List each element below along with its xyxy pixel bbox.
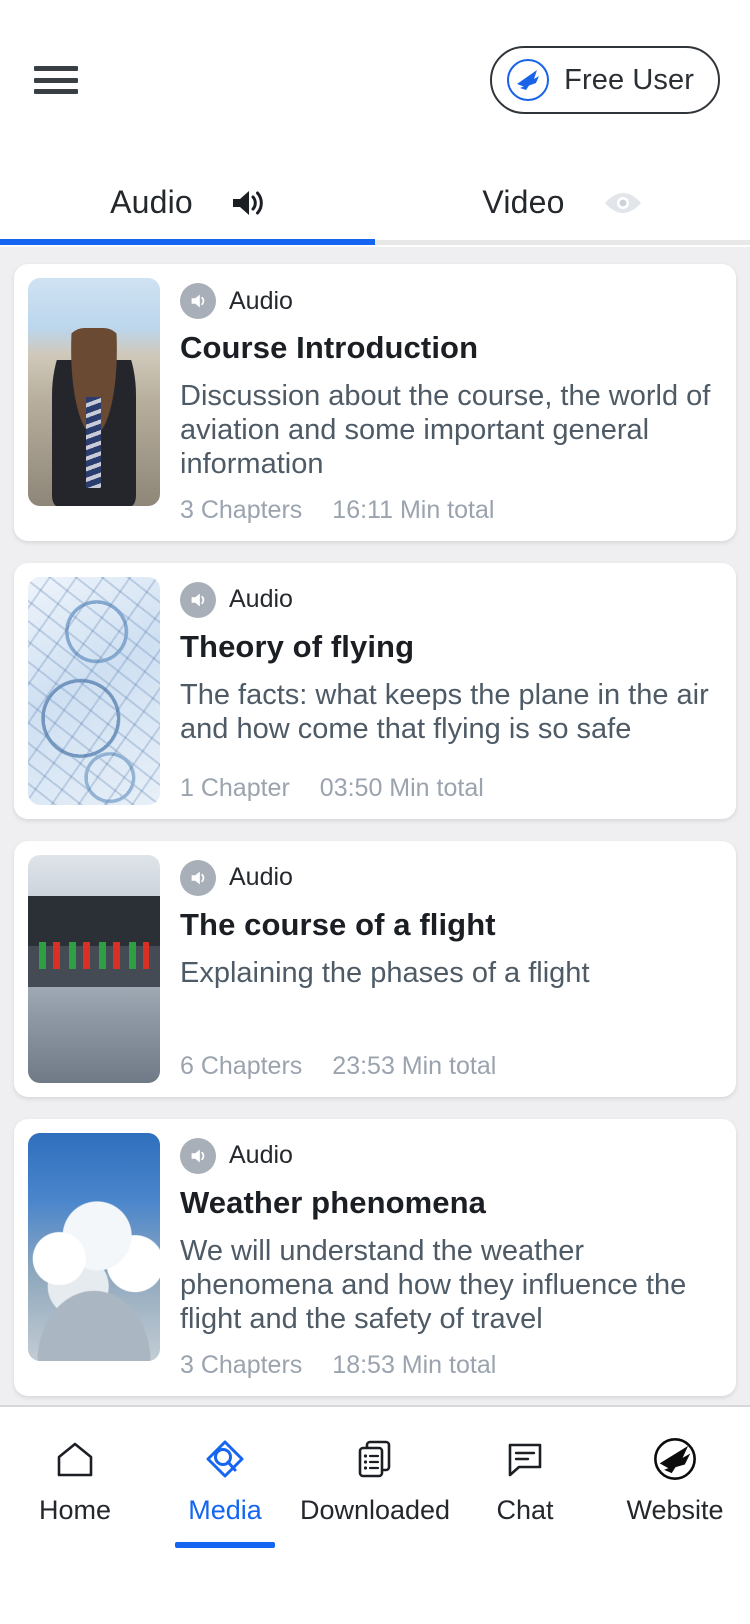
tab-audio[interactable]: Audio [0,160,375,245]
list-item[interactable]: Audio Course Introduction Discussion abo… [14,264,736,541]
hamburger-bar [34,77,78,83]
speaker-circle-icon [180,1137,216,1174]
media-type-tabs: Audio Video [0,160,750,245]
card-chapters: 3 Chapters [180,1350,303,1379]
app-header: Free User [0,0,750,160]
speaker-volume-icon [231,188,265,218]
card-body: Audio Weather phenomena We will understa… [160,1133,722,1382]
nav-item-downloaded-label: Downloaded [299,1495,451,1525]
card-description: Explaining the phases of a flight [180,957,590,990]
nav-item-downloaded[interactable]: Downloaded [300,1433,450,1526]
nav-item-chat[interactable]: Chat [450,1433,600,1526]
tab-audio-label: Audio [110,184,193,220]
list-item[interactable]: Audio The course of a flight Explaining … [14,840,736,1097]
list-item[interactable]: Audio Theory of flying The facts: what k… [14,562,736,819]
nav-item-home-label: Home [38,1495,112,1525]
bottom-navigation-bar: Home Media Downloaded Chat Website [0,1405,750,1624]
card-media-type: Audio [180,283,722,319]
hamburger-bar [34,66,78,71]
card-meta: 1 Chapter 03:50 Min total [180,774,722,805]
aviation-jet-logo-icon [506,58,550,102]
card-title: The course of a flight [180,906,496,942]
card-media-type: Audio [180,1137,722,1174]
card-body: Audio The course of a flight Explaining … [160,855,722,1083]
card-duration: 03:50 Min total [319,773,484,802]
card-media-type-label: Audio [229,286,293,315]
documents-icon [353,1433,397,1485]
free-user-badge[interactable]: Free User [490,46,720,114]
card-meta: 3 Chapters 16:11 Min total [180,496,722,527]
free-user-badge-label: Free User [564,63,694,96]
speaker-circle-icon [180,283,216,319]
home-icon [53,1433,97,1485]
nav-item-website[interactable]: Website [600,1433,750,1526]
card-thumbnail [28,1132,160,1361]
tabs-active-underline [0,239,375,245]
card-media-type-label: Audio [229,863,293,892]
card-title: Course Introduction [180,330,479,365]
card-thumbnail [28,278,160,506]
card-description: The facts: what keeps the plane in the a… [180,679,709,746]
media-diamond-icon [203,1433,247,1485]
hamburger-menu-icon[interactable] [34,62,78,98]
nav-item-media[interactable]: Media [150,1433,300,1548]
chat-bubble-icon [503,1433,547,1485]
card-title: Weather phenomena [180,1184,487,1220]
nav-item-home[interactable]: Home [0,1433,150,1526]
list-item[interactable]: Audio Weather phenomena We will understa… [14,1118,736,1396]
card-thumbnail [28,854,160,1083]
card-chapters: 1 Chapter [180,773,290,802]
card-chapters: 3 Chapters [180,495,303,524]
card-meta: 3 Chapters 18:53 Min total [180,1351,722,1382]
tab-video[interactable]: Video [375,160,750,245]
card-body: Audio Course Introduction Discussion abo… [160,278,722,527]
nav-item-chat-label: Chat [496,1495,554,1525]
card-duration: 23:53 Min total [332,1051,497,1080]
card-thumbnail [28,576,160,805]
card-title: Theory of flying [180,628,415,664]
nav-active-underline [175,1542,275,1548]
nav-item-website-label: Website [626,1495,724,1525]
card-media-type: Audio [180,581,722,618]
aviation-jet-logo-icon [651,1433,699,1485]
app-screen: Free User Audio Video Audio Course Intro… [0,0,750,1624]
nav-item-media-label: Media [188,1495,262,1525]
card-body: Audio Theory of flying The facts: what k… [160,577,722,805]
tab-video-label: Video [482,184,565,220]
card-media-type-label: Audio [229,1141,293,1170]
card-meta: 6 Chapters 23:53 Min total [180,1052,722,1083]
card-description: Discussion about the course, the world o… [180,380,711,481]
hamburger-bar [34,89,78,94]
card-media-type: Audio [180,859,722,896]
card-duration: 18:53 Min total [332,1350,497,1379]
card-chapters: 6 Chapters [180,1051,303,1080]
card-description: We will understand the weather phenomena… [180,1235,687,1335]
speaker-circle-icon [180,859,216,896]
card-media-type-label: Audio [229,585,293,614]
speaker-circle-icon [180,581,216,618]
eye-icon [603,191,643,215]
card-duration: 16:11 Min total [332,495,495,524]
